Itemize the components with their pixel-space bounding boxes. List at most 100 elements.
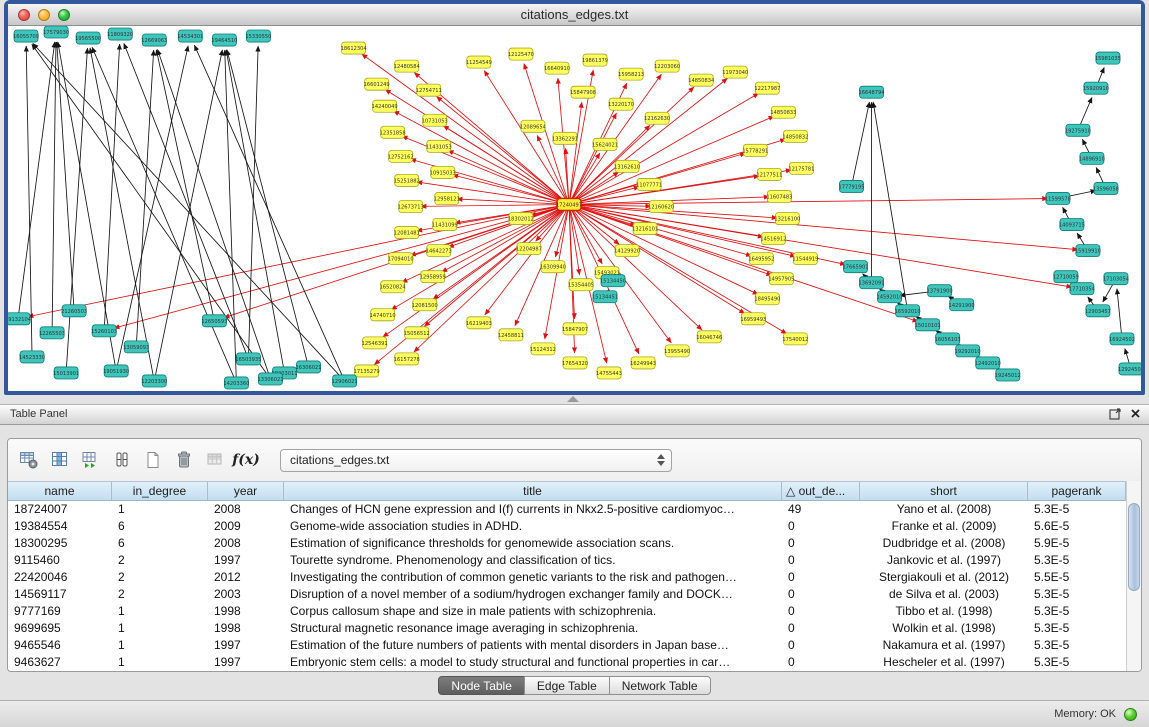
graph-node[interactable]: 13220170 — [608, 98, 634, 110]
graph-node[interactable]: 12089654 — [520, 120, 546, 132]
column-header-title[interactable]: title — [284, 482, 782, 500]
graph-node[interactable]: 18612304 — [341, 42, 367, 54]
close-panel-icon[interactable] — [1130, 408, 1141, 419]
graph-edge[interactable] — [569, 204, 1072, 287]
graph-node[interactable]: 12650593 — [201, 315, 227, 327]
table-settings-icon[interactable] — [18, 449, 40, 471]
graph-node[interactable]: 11431053 — [426, 140, 452, 152]
graph-node[interactable]: 13955490 — [664, 345, 690, 357]
window-close-button[interactable] — [18, 9, 30, 21]
function-builder-button[interactable]: f(x) — [235, 449, 257, 471]
graph-node[interactable]: 16219403 — [466, 317, 492, 329]
graph-node[interactable]: 10915033 — [430, 166, 456, 178]
graph-node[interactable]: 13306021 — [257, 373, 283, 385]
graph-node[interactable]: 10731053 — [422, 114, 448, 126]
graph-node[interactable]: 12265503 — [39, 327, 65, 339]
graph-node[interactable]: 14203360 — [223, 377, 249, 389]
column-header-in_degree[interactable]: in_degree — [112, 482, 208, 500]
graph-node[interactable]: 16055709 — [13, 30, 39, 42]
table-row[interactable]: 911546021997Tourette syndrome. Phenomeno… — [8, 552, 1141, 569]
column-header-pagerank[interactable]: pagerank — [1028, 482, 1126, 500]
graph-node[interactable]: 14240049 — [372, 100, 398, 112]
graph-edge[interactable] — [158, 50, 271, 379]
graph-node[interactable]: 14957905 — [768, 273, 794, 285]
graph-edge[interactable] — [448, 150, 569, 204]
graph-node[interactable]: 18302012 — [508, 213, 534, 225]
graph-node[interactable]: 15354405 — [568, 279, 594, 291]
graph-node[interactable]: 13791900 — [927, 285, 953, 297]
graph-node[interactable]: 12081500 — [412, 299, 438, 311]
graph-node[interactable]: 15847907 — [562, 323, 588, 335]
graph-node[interactable]: 12673713 — [398, 200, 424, 212]
graph-edge[interactable] — [225, 50, 237, 383]
graph-node[interactable]: 15013901 — [53, 367, 79, 379]
graph-node[interactable]: 14755443 — [596, 367, 622, 379]
graph-node[interactable]: 11431099 — [432, 219, 458, 231]
graph-node[interactable]: 14523330 — [19, 351, 45, 363]
table-row[interactable]: 2242004622012Investigating the contribut… — [8, 569, 1141, 586]
graph-node[interactable]: 15330550 — [245, 30, 271, 42]
graph-node[interactable]: 15919910 — [1075, 245, 1101, 257]
graph-edge[interactable] — [443, 126, 569, 205]
column-header-year[interactable]: year — [208, 482, 284, 500]
graph-node[interactable]: 15920910 — [1083, 82, 1109, 94]
graph-edge[interactable] — [194, 45, 344, 381]
graph-node[interactable]: 11599578 — [1045, 192, 1071, 204]
graph-node[interactable]: 14642273 — [426, 245, 452, 257]
table-row[interactable]: 1456911722003Disruption of a novel membe… — [8, 586, 1141, 603]
graph-node[interactable]: 12924502 — [1118, 363, 1141, 375]
graph-node[interactable]: 17240497 — [556, 198, 582, 210]
graph-node[interactable]: 16648794 — [859, 86, 885, 98]
new-document-icon[interactable] — [142, 449, 164, 471]
import-table-icon[interactable] — [80, 449, 102, 471]
graph-edge[interactable] — [116, 46, 188, 371]
graph-node[interactable]: 12458811 — [498, 329, 524, 341]
graph-node[interactable]: 16046746 — [696, 331, 722, 343]
graph-node[interactable]: 14592010 — [877, 291, 903, 303]
table-row[interactable]: 1872400712008Changes of HCN gene express… — [8, 501, 1141, 518]
graph-edge[interactable] — [1117, 289, 1122, 339]
graph-node[interactable]: 15847908 — [570, 86, 596, 98]
scrollbar-thumb[interactable] — [1128, 503, 1140, 591]
vertical-scrollbar[interactable] — [1126, 481, 1141, 671]
graph-node[interactable]: 15056512 — [404, 327, 430, 339]
graph-edge[interactable] — [58, 42, 116, 371]
graph-node[interactable]: 19464510 — [211, 34, 237, 46]
graph-node[interactable]: 17103054 — [1103, 273, 1129, 285]
graph-node[interactable]: 11077771 — [636, 178, 662, 190]
graph-node[interactable]: 15010101 — [915, 319, 941, 331]
table-row[interactable]: 946362711997Embryonic stem cells: a mode… — [8, 654, 1141, 671]
graph-node[interactable]: 14850833 — [770, 106, 796, 118]
window-minimize-button[interactable] — [38, 9, 50, 21]
graph-node[interactable]: 16495952 — [748, 253, 774, 265]
graph-node[interactable]: 13216101 — [632, 223, 658, 235]
graph-node[interactable]: 12203060 — [654, 60, 680, 72]
graph-node[interactable]: 12125470 — [508, 48, 534, 60]
graph-edge[interactable] — [569, 116, 774, 204]
table-row[interactable]: 977716911998Corpus callosum shape and si… — [8, 603, 1141, 620]
graph-node[interactable]: 15958213 — [618, 68, 644, 80]
graph-node[interactable]: 17540012 — [782, 333, 808, 345]
graph-node[interactable]: 14850834 — [688, 74, 714, 86]
graph-node[interactable]: 16520824 — [380, 281, 406, 293]
graph-node[interactable]: 12903457 — [1085, 305, 1111, 317]
graph-node[interactable]: 12177511 — [756, 168, 782, 180]
graph-node[interactable]: 16592010 — [895, 305, 921, 317]
graph-node[interactable]: 14740710 — [370, 309, 396, 321]
graph-node[interactable]: 12217987 — [754, 82, 780, 94]
graph-node[interactable]: 17579030 — [43, 26, 69, 38]
panel-resize-handle[interactable] — [567, 396, 579, 402]
graph-node[interactable]: 14850832 — [782, 130, 808, 142]
graph-edge[interactable] — [26, 46, 32, 357]
graph-node[interactable]: 19132104 — [8, 313, 31, 325]
float-panel-icon[interactable] — [1109, 407, 1122, 420]
graph-node[interactable]: 19275910 — [1065, 124, 1091, 136]
graph-node[interactable]: 15134450 — [600, 275, 626, 287]
graph-node[interactable]: 17665901 — [842, 261, 868, 273]
graph-node[interactable]: 13362291 — [552, 132, 578, 144]
window-titlebar[interactable]: citations_edges.txt — [8, 4, 1141, 26]
table-disabled-icon[interactable] — [204, 449, 226, 471]
rows-icon[interactable] — [111, 449, 133, 471]
graph-node[interactable]: 13692091 — [859, 277, 885, 289]
graph-edge[interactable] — [33, 43, 345, 381]
